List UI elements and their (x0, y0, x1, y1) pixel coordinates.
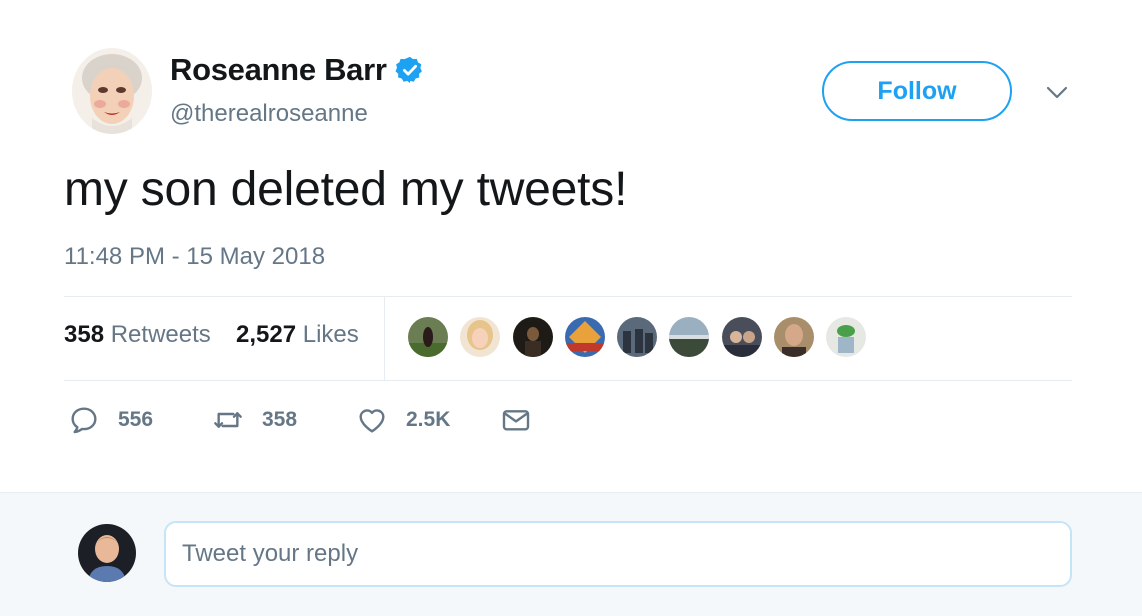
liker-avatar-2[interactable] (458, 315, 503, 359)
liker-avatar-4[interactable] (562, 315, 607, 359)
liker-avatar-9[interactable] (824, 315, 869, 359)
author-handle[interactable]: @therealroseanne (170, 100, 368, 128)
direct-message-button[interactable] (500, 404, 532, 436)
liker-avatar-6[interactable] (667, 315, 712, 359)
follow-button[interactable]: Follow (822, 61, 1012, 121)
divider-vertical (384, 296, 385, 380)
author-name[interactable]: Roseanne Barr (170, 52, 425, 88)
likes-count: 2,527 (236, 321, 297, 348)
liker-avatar-7[interactable] (719, 315, 764, 359)
liker-avatar-5[interactable] (615, 315, 660, 359)
tweet-text: my son deleted my tweets! (64, 163, 628, 216)
retweets-stat[interactable]: 358 Retweets (64, 321, 211, 349)
liker-avatar-1[interactable] (406, 315, 450, 359)
reply-area (0, 492, 1142, 616)
like-button[interactable]: 2.5K (356, 404, 450, 436)
verified-badge-icon (395, 55, 425, 85)
divider (64, 296, 1072, 297)
likes-stat[interactable]: 2,527 Likes (236, 321, 359, 349)
liker-avatar-8[interactable] (772, 315, 817, 359)
retweets-label: Retweets (110, 321, 211, 348)
chevron-down-icon[interactable] (1043, 80, 1071, 104)
reply-button[interactable]: 556 (68, 404, 153, 436)
reply-count: 556 (118, 408, 154, 431)
divider (64, 380, 1072, 381)
like-count: 2.5K (406, 408, 451, 431)
retweet-icon (214, 412, 242, 428)
reply-input[interactable] (164, 521, 1072, 587)
current-user-avatar[interactable] (78, 524, 136, 582)
retweets-count: 358 (64, 321, 105, 348)
likers-avatar-row (406, 315, 877, 359)
reply-bubble-icon (71, 407, 97, 434)
envelope-icon (502, 410, 530, 431)
tweet-timestamp[interactable]: 11:48 PM - 15 May 2018 (64, 243, 325, 271)
retweet-button[interactable]: 358 (212, 404, 297, 436)
author-name-text[interactable]: Roseanne Barr (170, 52, 387, 88)
liker-avatar-3[interactable] (510, 315, 555, 359)
retweet-count: 358 (262, 408, 298, 431)
likes-label: Likes (302, 321, 359, 348)
heart-icon (359, 409, 385, 433)
author-avatar[interactable] (72, 48, 152, 134)
tweet-card: Roseanne Barr @therealroseanne Follow my… (0, 0, 1142, 492)
